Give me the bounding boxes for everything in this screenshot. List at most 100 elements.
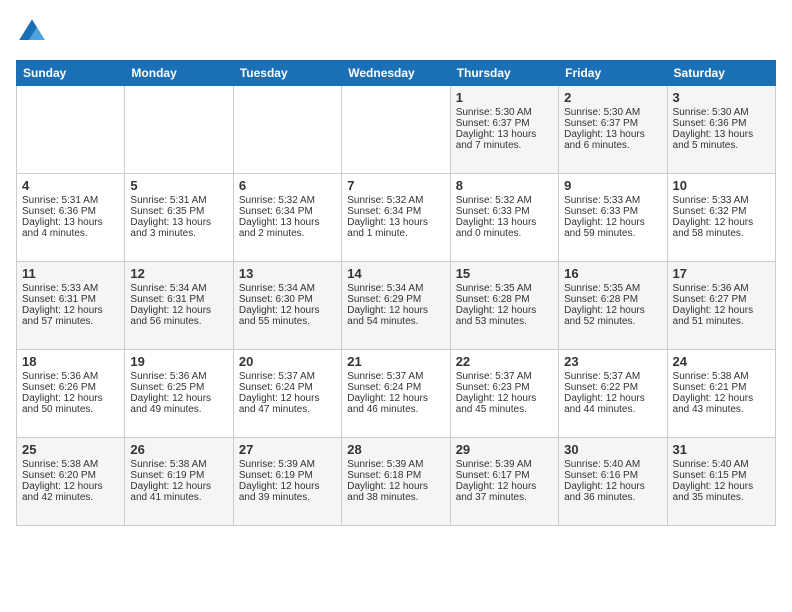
day-number: 2: [564, 90, 661, 105]
cell-content: Sunset: 6:17 PM: [456, 470, 553, 481]
cell-content: Sunrise: 5:32 AM: [456, 195, 553, 206]
day-number: 23: [564, 354, 661, 369]
cell-content: Sunset: 6:19 PM: [130, 470, 227, 481]
cell-content: Sunset: 6:27 PM: [673, 294, 770, 305]
cell-content: Daylight: 13 hours: [673, 129, 770, 140]
cell-content: and 51 minutes.: [673, 316, 770, 327]
calendar-cell: 19Sunrise: 5:36 AMSunset: 6:25 PMDayligh…: [125, 350, 233, 438]
cell-content: Daylight: 12 hours: [347, 393, 444, 404]
calendar-cell: 11Sunrise: 5:33 AMSunset: 6:31 PMDayligh…: [17, 262, 125, 350]
cell-content: Sunrise: 5:30 AM: [456, 107, 553, 118]
cell-content: Sunrise: 5:37 AM: [239, 371, 336, 382]
cell-content: Sunset: 6:33 PM: [456, 206, 553, 217]
cell-content: Sunset: 6:34 PM: [239, 206, 336, 217]
cell-content: Daylight: 12 hours: [22, 305, 119, 316]
cell-content: Sunrise: 5:35 AM: [564, 283, 661, 294]
cell-content: Daylight: 13 hours: [347, 217, 444, 228]
cell-content: and 36 minutes.: [564, 492, 661, 503]
cell-content: Daylight: 12 hours: [130, 393, 227, 404]
cell-content: Sunrise: 5:40 AM: [673, 459, 770, 470]
cell-content: and 46 minutes.: [347, 404, 444, 415]
cell-content: Daylight: 12 hours: [239, 393, 336, 404]
cell-content: Sunset: 6:22 PM: [564, 382, 661, 393]
calendar-cell: 21Sunrise: 5:37 AMSunset: 6:24 PMDayligh…: [342, 350, 450, 438]
cell-content: Sunrise: 5:31 AM: [22, 195, 119, 206]
cell-content: Daylight: 12 hours: [456, 481, 553, 492]
cell-content: and 54 minutes.: [347, 316, 444, 327]
day-number: 22: [456, 354, 553, 369]
day-header-tuesday: Tuesday: [233, 61, 341, 86]
cell-content: Sunset: 6:28 PM: [564, 294, 661, 305]
day-number: 12: [130, 266, 227, 281]
day-header-saturday: Saturday: [667, 61, 775, 86]
cell-content: Daylight: 12 hours: [673, 393, 770, 404]
week-row-2: 4Sunrise: 5:31 AMSunset: 6:36 PMDaylight…: [17, 174, 776, 262]
cell-content: and 41 minutes.: [130, 492, 227, 503]
cell-content: Sunset: 6:20 PM: [22, 470, 119, 481]
calendar-cell: 22Sunrise: 5:37 AMSunset: 6:23 PMDayligh…: [450, 350, 558, 438]
cell-content: Sunrise: 5:39 AM: [239, 459, 336, 470]
calendar-cell: 23Sunrise: 5:37 AMSunset: 6:22 PMDayligh…: [559, 350, 667, 438]
day-number: 30: [564, 442, 661, 457]
cell-content: and 1 minute.: [347, 228, 444, 239]
cell-content: and 44 minutes.: [564, 404, 661, 415]
day-number: 3: [673, 90, 770, 105]
cell-content: Sunrise: 5:36 AM: [130, 371, 227, 382]
cell-content: Sunset: 6:32 PM: [673, 206, 770, 217]
cell-content: Daylight: 12 hours: [673, 305, 770, 316]
cell-content: and 59 minutes.: [564, 228, 661, 239]
day-header-monday: Monday: [125, 61, 233, 86]
page-header: [16, 16, 776, 48]
calendar-cell: 12Sunrise: 5:34 AMSunset: 6:31 PMDayligh…: [125, 262, 233, 350]
day-number: 15: [456, 266, 553, 281]
cell-content: Sunset: 6:28 PM: [456, 294, 553, 305]
cell-content: and 6 minutes.: [564, 140, 661, 151]
cell-content: Daylight: 13 hours: [456, 217, 553, 228]
cell-content: Sunset: 6:33 PM: [564, 206, 661, 217]
cell-content: and 53 minutes.: [456, 316, 553, 327]
day-number: 27: [239, 442, 336, 457]
week-row-4: 18Sunrise: 5:36 AMSunset: 6:26 PMDayligh…: [17, 350, 776, 438]
cell-content: Sunrise: 5:30 AM: [673, 107, 770, 118]
cell-content: and 42 minutes.: [22, 492, 119, 503]
cell-content: Sunrise: 5:40 AM: [564, 459, 661, 470]
cell-content: Sunrise: 5:37 AM: [564, 371, 661, 382]
calendar-cell: 26Sunrise: 5:38 AMSunset: 6:19 PMDayligh…: [125, 438, 233, 526]
cell-content: Sunset: 6:18 PM: [347, 470, 444, 481]
day-number: 19: [130, 354, 227, 369]
cell-content: Sunrise: 5:35 AM: [456, 283, 553, 294]
calendar-cell: 31Sunrise: 5:40 AMSunset: 6:15 PMDayligh…: [667, 438, 775, 526]
week-row-1: 1Sunrise: 5:30 AMSunset: 6:37 PMDaylight…: [17, 86, 776, 174]
cell-content: Sunset: 6:34 PM: [347, 206, 444, 217]
cell-content: Sunset: 6:35 PM: [130, 206, 227, 217]
cell-content: Daylight: 12 hours: [239, 305, 336, 316]
day-number: 29: [456, 442, 553, 457]
calendar-cell: 9Sunrise: 5:33 AMSunset: 6:33 PMDaylight…: [559, 174, 667, 262]
cell-content: Sunset: 6:37 PM: [456, 118, 553, 129]
cell-content: Sunrise: 5:32 AM: [347, 195, 444, 206]
calendar-cell: 5Sunrise: 5:31 AMSunset: 6:35 PMDaylight…: [125, 174, 233, 262]
cell-content: Sunrise: 5:33 AM: [564, 195, 661, 206]
calendar-cell: 15 Sunrise: 5:35 AMSunset: 6:28 PMDayligh…: [450, 262, 558, 350]
day-header-friday: Friday: [559, 61, 667, 86]
cell-content: Daylight: 13 hours: [22, 217, 119, 228]
day-number: 20: [239, 354, 336, 369]
cell-content: Daylight: 13 hours: [564, 129, 661, 140]
day-number: 5: [130, 178, 227, 193]
calendar-cell: [125, 86, 233, 174]
cell-content: and 57 minutes.: [22, 316, 119, 327]
cell-content: Sunrise: 5:30 AM: [564, 107, 661, 118]
calendar-table: SundayMondayTuesdayWednesdayThursdayFrid…: [16, 60, 776, 526]
cell-content: and 52 minutes.: [564, 316, 661, 327]
calendar-cell: 24Sunrise: 5:38 AMSunset: 6:21 PMDayligh…: [667, 350, 775, 438]
cell-content: Sunset: 6:30 PM: [239, 294, 336, 305]
cell-content: and 2 minutes.: [239, 228, 336, 239]
logo: [16, 16, 52, 48]
cell-content: Daylight: 12 hours: [456, 305, 553, 316]
cell-content: Sunset: 6:16 PM: [564, 470, 661, 481]
calendar-cell: 10Sunrise: 5:33 AMSunset: 6:32 PMDayligh…: [667, 174, 775, 262]
cell-content: and 56 minutes.: [130, 316, 227, 327]
cell-content: Sunrise: 5:36 AM: [673, 283, 770, 294]
cell-content: and 0 minutes.: [456, 228, 553, 239]
cell-content: Sunrise: 5:39 AM: [456, 459, 553, 470]
